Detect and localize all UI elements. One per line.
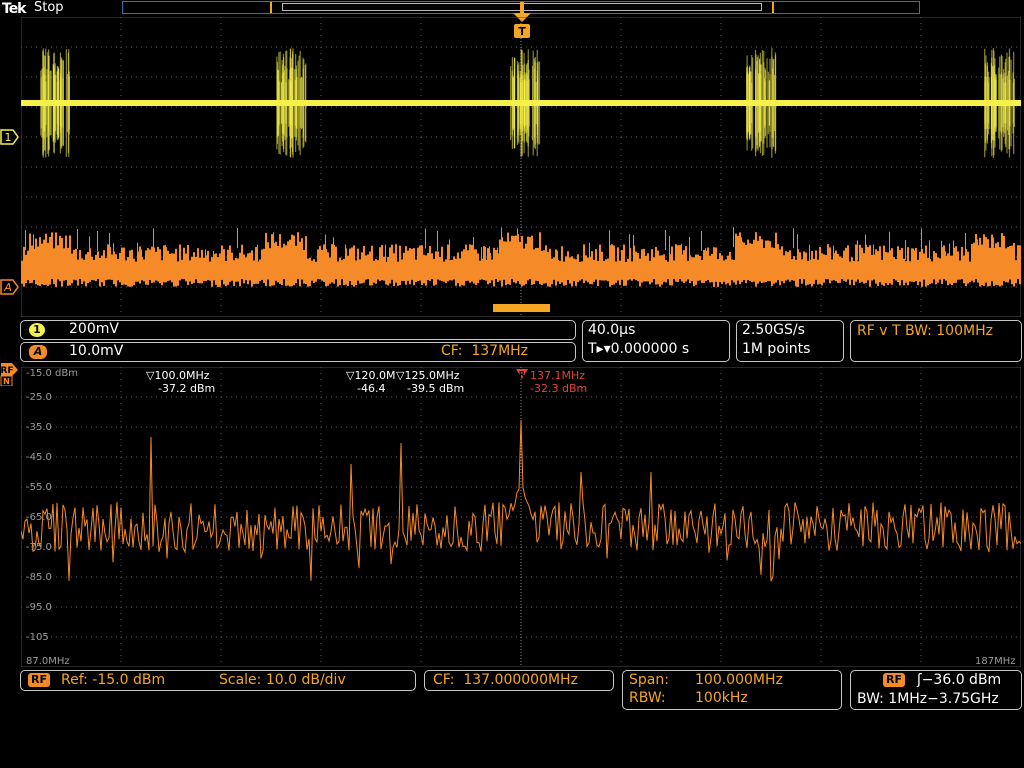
math-a-marker-icon[interactable]: A	[0, 278, 20, 296]
trigger-level: ʃ−36.0 dBm	[917, 672, 1002, 688]
acquisition-state[interactable]: Stop	[34, 0, 64, 15]
trigger-readout[interactable]: RF ʃ−36.0 dBm BW: 1MHz−3.75GHz	[850, 670, 1022, 710]
rf-marker-icon[interactable]: RF N	[0, 362, 20, 386]
rf-amplitude-trace	[21, 227, 1021, 287]
trigger-position: T▸▾0.000000 s	[588, 341, 690, 357]
chA-scale: 10.0mV	[69, 343, 124, 359]
y-label-0: -15.0 dBm	[26, 368, 79, 379]
ref-marker-level: -32.3 dBm	[530, 382, 588, 395]
y-label-2: -35.0	[26, 422, 52, 433]
rbw-value: 100kHz	[695, 690, 748, 706]
ch1-readout[interactable]: 1 200mV	[20, 320, 576, 340]
y-label-4: -55.0	[26, 482, 52, 493]
brand-text: Tek	[2, 1, 26, 17]
y-label-3: -45.0	[26, 452, 52, 463]
horizontal-readout[interactable]: 40.0µs T▸▾0.000000 s	[582, 320, 730, 362]
acquisition-readout[interactable]: 2.50GS/s 1M points	[736, 320, 844, 362]
span-value: 100.000MHz	[695, 672, 783, 688]
rf-v-t-readout[interactable]: RF v T BW: 100MHz	[850, 320, 1022, 362]
y-label-9: -105	[26, 632, 49, 643]
ch1-scale: 200mV	[69, 321, 119, 337]
sample-rate: 2.50GS/s	[742, 322, 805, 338]
ch1-waveform	[21, 48, 1021, 158]
math-a-readout[interactable]: A 10.0mV CF: 137MHz	[20, 342, 576, 362]
rf-sub-label: N	[3, 377, 10, 386]
rf-marker-label: RF	[0, 366, 13, 376]
rf-ref-level: Ref: -15.0 dBm	[61, 672, 166, 688]
ch1-marker-label: 1	[5, 131, 12, 144]
ref-marker-letter: R	[519, 370, 525, 379]
rf-center-frequency: CF: 137.000000MHz	[433, 672, 578, 688]
y-label-5: -65.0	[26, 512, 52, 523]
rf-badge: RF	[28, 673, 50, 687]
rbw-label: RBW:	[629, 690, 666, 706]
rf-center-frequency-readout[interactable]: CF: 137.000000MHz	[424, 670, 614, 691]
horizontal-scale: 40.0µs	[588, 322, 636, 338]
ch1-marker-icon[interactable]: 1	[0, 128, 20, 146]
rf-v-t-bandwidth: RF v T BW: 100MHz	[857, 323, 993, 339]
span-label: Span:	[629, 672, 669, 688]
x-end-label: 187MHz	[975, 656, 1016, 667]
marker-2-freq[interactable]: ▽120.0M	[346, 369, 396, 382]
marker-1-level: -37.2 dBm	[158, 382, 216, 395]
chA-center-frequency: CF: 137MHz	[441, 343, 529, 359]
rf-ref-scale-readout[interactable]: RF Ref: -15.0 dBm Scale: 10.0 dB/div	[20, 670, 416, 691]
x-start-label: 87.0MHz	[26, 656, 70, 667]
rf-bandwidth-range: BW: 1MHz−3.75GHz	[857, 691, 999, 707]
chA-badge: A	[29, 345, 47, 359]
frequency-domain-graticule[interactable]: R	[21, 367, 1021, 667]
rf-scale: Scale: 10.0 dB/div	[219, 672, 346, 688]
time-domain-graticule[interactable]	[21, 17, 1021, 317]
spectrum-trace	[21, 419, 1021, 582]
rf-span-rbw-readout[interactable]: Span: 100.000MHz RBW: 100kHz	[622, 670, 842, 710]
ch1-badge: 1	[29, 323, 45, 337]
freq-grid-lines	[21, 367, 1017, 665]
spectrum-time-indicator	[493, 304, 550, 312]
y-label-1: -25.0	[26, 392, 52, 403]
chA-marker-label: A	[3, 281, 12, 294]
marker-3-level: -39.5 dBm	[407, 382, 465, 395]
tek-logo: Tek	[2, 1, 26, 17]
ref-marker-freq[interactable]: 137.1MHz	[530, 369, 585, 382]
y-label-8: -95.0	[26, 602, 52, 613]
marker-1-freq[interactable]: ▽100.0MHz	[146, 369, 210, 382]
y-label-6: -75.0	[26, 542, 52, 553]
trigger-rf-badge: RF	[883, 673, 905, 687]
record-length: 1M points	[742, 341, 811, 357]
marker-2-level: -46.4	[357, 382, 386, 395]
y-label-7: -85.0	[26, 572, 52, 583]
marker-3-freq[interactable]: ▽125.0MHz	[396, 369, 460, 382]
